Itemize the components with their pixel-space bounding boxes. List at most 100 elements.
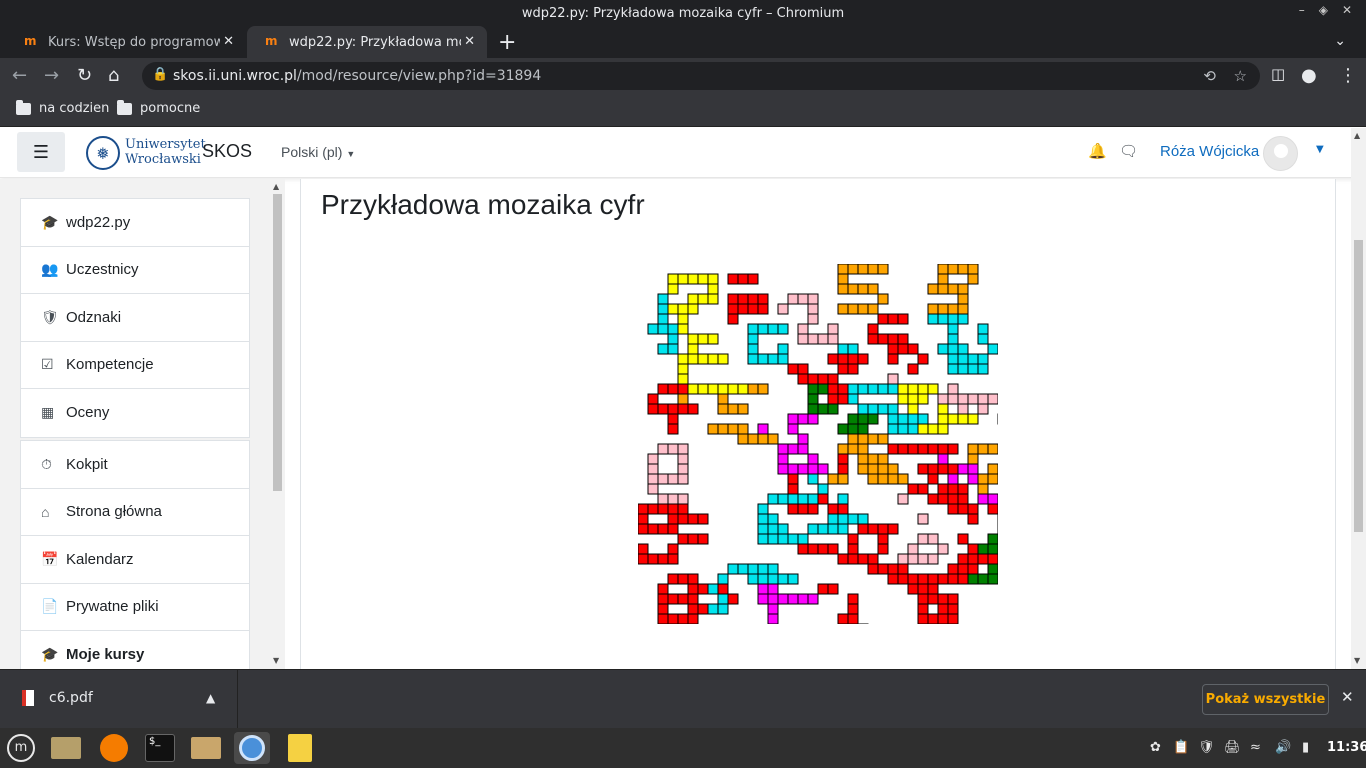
volume-icon[interactable]: 🔊 xyxy=(1275,740,1291,755)
url-text[interactable]: skos.ii.uni.wroc.pl/mod/resource/view.ph… xyxy=(173,68,541,84)
folder-icon xyxy=(16,99,31,115)
scroll-down-icon[interactable]: ▼ xyxy=(1354,656,1360,665)
restore-icon[interactable]: ◈ xyxy=(1319,3,1328,17)
language-menu[interactable]: Polski (pl) ▼ xyxy=(281,144,355,160)
nav-item-odznaki[interactable]: 🛡 Odznaki xyxy=(21,294,249,342)
avatar[interactable] xyxy=(1263,136,1298,171)
forward-icon[interactable]: → xyxy=(44,65,59,86)
mosaic-tile xyxy=(787,573,799,585)
nav-item-kompetencje[interactable]: ☑ Kompetencje xyxy=(21,342,249,389)
back-icon[interactable]: ← xyxy=(12,65,27,86)
drawer-scrollbar[interactable]: ▲ ▼ xyxy=(270,179,285,669)
address-bar[interactable]: 🔒 skos.ii.uni.wroc.pl/mod/resource/view.… xyxy=(142,62,1260,90)
chromium-icon[interactable] xyxy=(234,732,270,764)
nav-item-wdp22[interactable]: 🎓 wdp22.py xyxy=(21,199,249,247)
battery-icon[interactable]: ▮ xyxy=(1302,740,1309,755)
mosaic-tile xyxy=(807,453,819,465)
mosaic-tile xyxy=(807,383,819,395)
university-logo-icon[interactable]: ❅ xyxy=(86,136,120,170)
new-tab-icon[interactable]: + xyxy=(498,30,516,55)
clipboard-icon[interactable]: 📋 xyxy=(1173,740,1189,755)
user-menu-caret-icon[interactable]: ▼ xyxy=(1316,144,1324,155)
mosaic-tile xyxy=(887,423,899,435)
mosaic-tile xyxy=(957,503,969,515)
bookmark-folder-pomocne[interactable]: pomocne xyxy=(117,99,200,116)
drawer-toggle-button[interactable]: ☰ xyxy=(17,132,65,172)
tab-kurs[interactable]: m Kurs: Wstęp do programowania ✕ xyxy=(6,26,246,58)
side-panel-icon[interactable]: ◫ xyxy=(1271,65,1285,83)
mosaic-tile xyxy=(707,583,719,595)
files-icon[interactable] xyxy=(190,732,222,764)
mosaic-tile xyxy=(677,503,689,515)
university-name[interactable]: Uniwersytet Wrocławski xyxy=(125,137,206,167)
nav-item-strona-glowna[interactable]: ⌂ Strona główna xyxy=(21,489,249,536)
mint-menu-icon[interactable]: m xyxy=(5,732,37,764)
close-window-icon[interactable]: ✕ xyxy=(1342,3,1352,17)
terminal-icon[interactable]: $_ xyxy=(144,732,176,764)
mosaic-tile xyxy=(787,483,799,495)
mosaic-tile xyxy=(857,553,869,565)
tab-close-icon[interactable]: ✕ xyxy=(464,34,475,49)
mosaic-tile xyxy=(977,543,989,555)
mosaic-tile xyxy=(638,503,649,515)
printer-icon[interactable]: 🖨 xyxy=(1224,740,1241,755)
mosaic-tile xyxy=(867,323,879,335)
mosaic-tile xyxy=(887,343,899,355)
chevron-up-icon[interactable]: ▲ xyxy=(206,691,215,705)
mosaic-tile xyxy=(638,543,649,555)
nav-item-prywatne-pliki[interactable]: 📄 Prywatne pliki xyxy=(21,584,249,631)
mosaic-tile xyxy=(937,613,949,624)
firefox-icon[interactable] xyxy=(98,732,130,764)
home-icon[interactable]: ⌂ xyxy=(108,65,119,86)
nav-item-moje-kursy[interactable]: 🎓 Moje kursy xyxy=(21,631,249,669)
show-desktop-icon[interactable] xyxy=(50,732,82,764)
message-icon[interactable]: 🗨 xyxy=(1119,142,1138,160)
menu-kebab-icon[interactable]: ⋮ xyxy=(1339,65,1357,86)
mosaic-tile xyxy=(987,493,998,505)
text-editor-icon[interactable] xyxy=(284,732,316,764)
bell-icon[interactable]: 🔔 xyxy=(1088,142,1107,160)
nav-item-kalendarz[interactable]: 📅 Kalendarz xyxy=(21,536,249,584)
mosaic-tile xyxy=(747,323,759,335)
reload-icon[interactable]: ↻ xyxy=(77,65,92,86)
lock-icon[interactable]: 🔒 xyxy=(152,67,168,82)
bluetooth-icon[interactable]: ✿ xyxy=(1150,740,1161,755)
download-item[interactable]: c6.pdf xyxy=(22,690,93,706)
mosaic-tile xyxy=(697,583,709,595)
share-icon[interactable]: ⟲ xyxy=(1203,67,1216,85)
bookmark-folder-na-codzien[interactable]: na codzien xyxy=(16,99,109,116)
mosaic-tile xyxy=(887,443,899,455)
scroll-up-icon[interactable]: ▲ xyxy=(1354,131,1360,140)
tab-mozaika[interactable]: m wdp22.py: Przykładowa mozaika cyfr ✕ xyxy=(247,26,487,58)
page-scrollbar[interactable]: ▲ ▼ xyxy=(1351,128,1366,669)
site-name[interactable]: SKOS xyxy=(202,141,252,162)
minimize-icon[interactable]: – xyxy=(1299,3,1305,17)
scroll-down-icon[interactable]: ▼ xyxy=(273,656,279,665)
mosaic-tile xyxy=(767,603,779,615)
chevron-down-icon[interactable]: ⌄ xyxy=(1334,33,1346,49)
drawer-scroll-thumb[interactable] xyxy=(273,194,282,491)
nav-item-uczestnicy[interactable]: 👥 Uczestnicy xyxy=(21,247,249,294)
tab-close-icon[interactable]: ✕ xyxy=(223,34,234,49)
close-icon[interactable]: ✕ xyxy=(1341,688,1354,706)
tab-title: Kurs: Wstęp do programowania xyxy=(48,34,220,50)
mosaic-tile xyxy=(667,473,679,485)
page-scroll-thumb[interactable] xyxy=(1354,240,1363,532)
scroll-up-icon[interactable]: ▲ xyxy=(273,182,279,191)
mosaic-tile xyxy=(937,573,949,585)
user-name[interactable]: Róża Wójcicka xyxy=(1160,143,1259,160)
mosaic-tile xyxy=(917,513,929,525)
divider xyxy=(237,670,238,728)
mosaic-tile xyxy=(807,503,819,515)
profile-icon[interactable]: ● xyxy=(1301,65,1317,86)
mosaic-tile xyxy=(687,403,699,415)
shield-icon[interactable]: 🛡 xyxy=(1198,740,1215,755)
bookmark-star-icon[interactable]: ☆ xyxy=(1234,67,1247,85)
nav-item-oceny[interactable]: ▦ Oceny xyxy=(21,389,249,437)
clock[interactable]: 11:36 xyxy=(1327,740,1366,755)
main-content: Przykładowa mozaika cyfr xyxy=(300,179,1336,669)
wifi-icon[interactable]: ≈ xyxy=(1250,740,1261,755)
mosaic-tile xyxy=(907,393,919,405)
nav-item-kokpit[interactable]: ⏱ Kokpit xyxy=(21,441,249,489)
show-all-downloads-button[interactable]: Pokaż wszystkie xyxy=(1202,684,1329,715)
